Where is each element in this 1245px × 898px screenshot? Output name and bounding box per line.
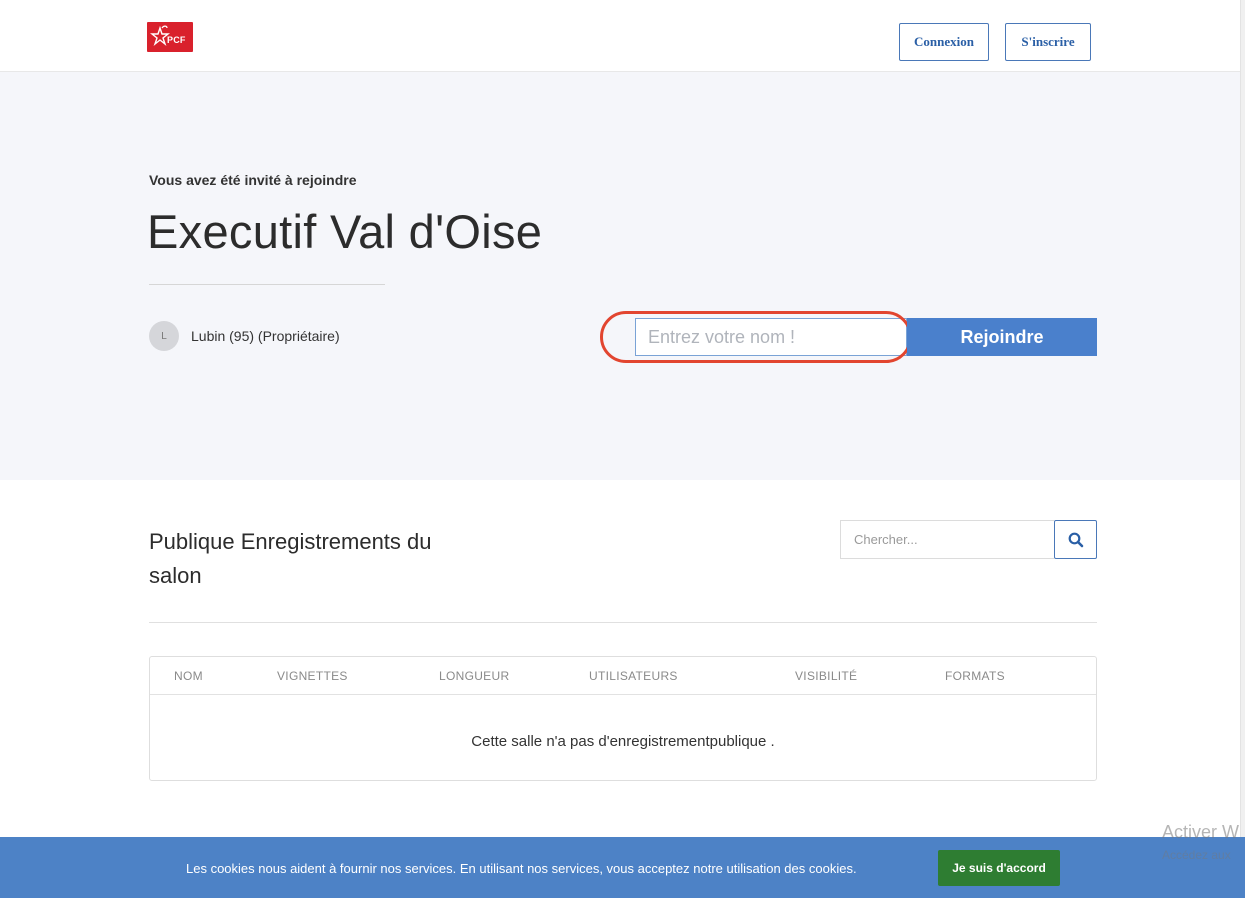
cookie-text: Les cookies nous aident à fournir nos se… [186, 861, 857, 876]
login-button[interactable]: Connexion [899, 23, 989, 61]
column-header-length[interactable]: LONGUEUR [439, 669, 509, 683]
column-header-name[interactable]: NOM [174, 669, 203, 683]
owner-avatar: L [149, 321, 179, 351]
recordings-title: Publique Enregistrements du salon [149, 529, 432, 588]
column-header-thumbnails[interactable]: VIGNETTES [277, 669, 348, 683]
cookie-banner: Les cookies nous aident à fournir nos se… [0, 837, 1245, 898]
recordings-table: NOM VIGNETTES LONGUEUR UTILISATEURS VISI… [149, 656, 1097, 781]
top-header: PCF Connexion S'inscrire [0, 0, 1240, 72]
table-header: NOM VIGNETTES LONGUEUR UTILISATEURS VISI… [150, 657, 1096, 695]
column-header-visibility[interactable]: VISIBILITÉ [795, 669, 857, 683]
page-scrollbar[interactable] [1240, 0, 1245, 837]
signup-button[interactable]: S'inscrire [1005, 23, 1091, 61]
room-title: Executif Val d'Oise [147, 205, 543, 258]
search-icon [1068, 532, 1083, 547]
join-hero: Vous avez été invité à rejoindre Executi… [0, 72, 1240, 480]
join-button[interactable]: Rejoindre [907, 318, 1097, 356]
owner-name: Lubin (95) (Propriétaire) [191, 328, 340, 344]
activation-watermark-sub: Accédez aux [1162, 848, 1231, 862]
search-button[interactable] [1054, 520, 1097, 559]
section-divider [149, 622, 1097, 623]
column-header-users[interactable]: UTILISATEURS [589, 669, 678, 683]
accept-cookies-button[interactable]: Je suis d'accord [938, 850, 1060, 886]
logo-text: PCF [167, 35, 186, 45]
empty-recordings-message: Cette salle n'a pas d'enregistrementpubl… [471, 733, 775, 750]
room-owner: L Lubin (95) (Propriétaire) [149, 321, 340, 351]
search-input[interactable] [840, 520, 1054, 559]
invitation-text: Vous avez été invité à rejoindre [149, 172, 357, 188]
activation-watermark: Activer W [1162, 822, 1240, 842]
pcf-logo[interactable]: PCF [147, 22, 193, 52]
title-divider [149, 284, 385, 285]
column-header-formats[interactable]: FORMATS [945, 669, 1005, 683]
name-input[interactable] [635, 318, 907, 356]
